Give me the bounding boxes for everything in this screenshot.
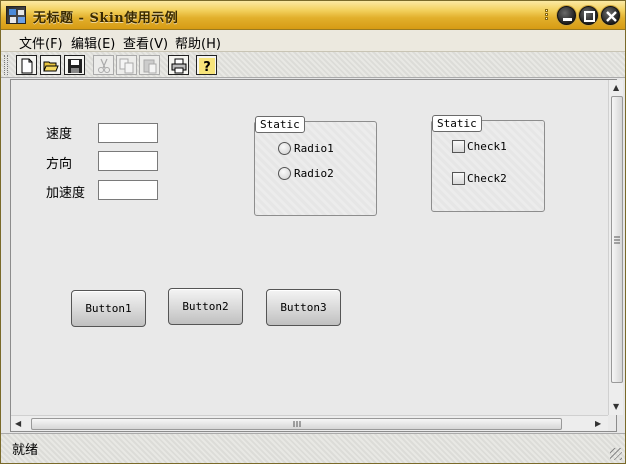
scroll-up-icon[interactable]: ▲ xyxy=(613,83,619,92)
check2-checkbox[interactable] xyxy=(452,172,465,185)
minimize-button[interactable] xyxy=(557,6,576,25)
radio1-label[interactable]: Radio1 xyxy=(294,142,334,155)
horizontal-scrollbar[interactable]: ◀ ▶ xyxy=(11,415,608,431)
radio-groupbox: Static Radio1 Radio2 xyxy=(254,116,377,216)
cut-icon xyxy=(98,58,110,73)
menu-help[interactable]: 帮助(H) xyxy=(175,33,221,52)
close-icon xyxy=(606,11,617,22)
vertical-scrollbar[interactable]: ▲ ▼ xyxy=(608,80,623,415)
menu-edit[interactable]: 编辑(E) xyxy=(71,33,115,52)
button3[interactable]: Button3 xyxy=(266,289,341,326)
paste-button[interactable] xyxy=(139,55,160,75)
svg-text:?: ? xyxy=(203,60,211,74)
save-button[interactable] xyxy=(64,55,85,75)
print-button[interactable] xyxy=(168,55,189,75)
thumb-grip-icon xyxy=(614,236,620,244)
help-button[interactable]: ? xyxy=(196,55,217,75)
check1-checkbox[interactable] xyxy=(452,140,465,153)
app-window: 无标题 - Skin使用示例 文件(F) 编辑(E) 查看(V) 帮助(H) ?… xyxy=(0,0,626,464)
acceleration-input[interactable] xyxy=(98,180,158,200)
speed-label: 速度 xyxy=(46,127,73,142)
maximize-button[interactable] xyxy=(579,6,598,25)
acceleration-label: 加速度 xyxy=(46,186,86,201)
check-groupbox: Static Check1 Check2 xyxy=(431,115,545,212)
hthumb-grip-icon xyxy=(293,421,301,427)
open-folder-icon xyxy=(43,61,59,72)
paste-icon xyxy=(143,59,157,74)
check2-label[interactable]: Check2 xyxy=(467,172,507,185)
direction-label: 方向 xyxy=(46,157,73,172)
copy-icon xyxy=(119,58,134,74)
minimize-icon xyxy=(563,18,572,21)
scroll-left-icon[interactable]: ◀ xyxy=(15,419,21,428)
new-file-icon xyxy=(21,58,33,74)
close-button[interactable] xyxy=(601,6,620,25)
menu-bar: 文件(F) 编辑(E) 查看(V) 帮助(H) xyxy=(1,30,625,52)
client-area: 速度 方向 加速度 Static Radio1 Radio2 Static Ch… xyxy=(10,79,623,432)
button1[interactable]: Button1 xyxy=(71,290,146,327)
help-icon: ? xyxy=(199,58,215,74)
menu-file[interactable]: 文件(F) xyxy=(19,33,63,52)
toolbar: ? xyxy=(1,52,625,78)
title-bar[interactable]: 无标题 - Skin使用示例 xyxy=(1,1,625,30)
menu-view[interactable]: 查看(V) xyxy=(123,33,168,52)
horizontal-scroll-thumb[interactable] xyxy=(31,418,562,430)
vertical-scroll-thumb[interactable] xyxy=(611,96,623,383)
scroll-down-icon[interactable]: ▼ xyxy=(613,402,619,411)
save-icon xyxy=(68,59,82,73)
maximize-icon xyxy=(584,11,595,22)
button2[interactable]: Button2 xyxy=(168,288,243,325)
check-group-caption: Static xyxy=(432,115,482,132)
copy-button[interactable] xyxy=(116,55,137,75)
radio1-button[interactable] xyxy=(278,142,291,155)
print-icon xyxy=(171,58,187,74)
resize-grip-icon[interactable] xyxy=(610,448,622,460)
scroll-right-icon[interactable]: ▶ xyxy=(595,419,601,428)
app-icon[interactable] xyxy=(6,6,26,24)
cut-button[interactable] xyxy=(93,55,114,75)
window-title: 无标题 - Skin使用示例 xyxy=(33,11,179,26)
new-file-button[interactable] xyxy=(16,55,37,75)
check1-label[interactable]: Check1 xyxy=(467,140,507,153)
toolbar-grip[interactable] xyxy=(4,55,8,75)
title-grip-icon xyxy=(542,8,550,24)
status-bar: 就绪 xyxy=(1,433,625,463)
radio-group-caption: Static xyxy=(255,116,305,133)
speed-input[interactable] xyxy=(98,123,158,143)
radio2-button[interactable] xyxy=(278,167,291,180)
status-text: 就绪 xyxy=(12,443,39,458)
radio2-label[interactable]: Radio2 xyxy=(294,167,334,180)
direction-input[interactable] xyxy=(98,151,158,171)
open-button[interactable] xyxy=(40,55,61,75)
